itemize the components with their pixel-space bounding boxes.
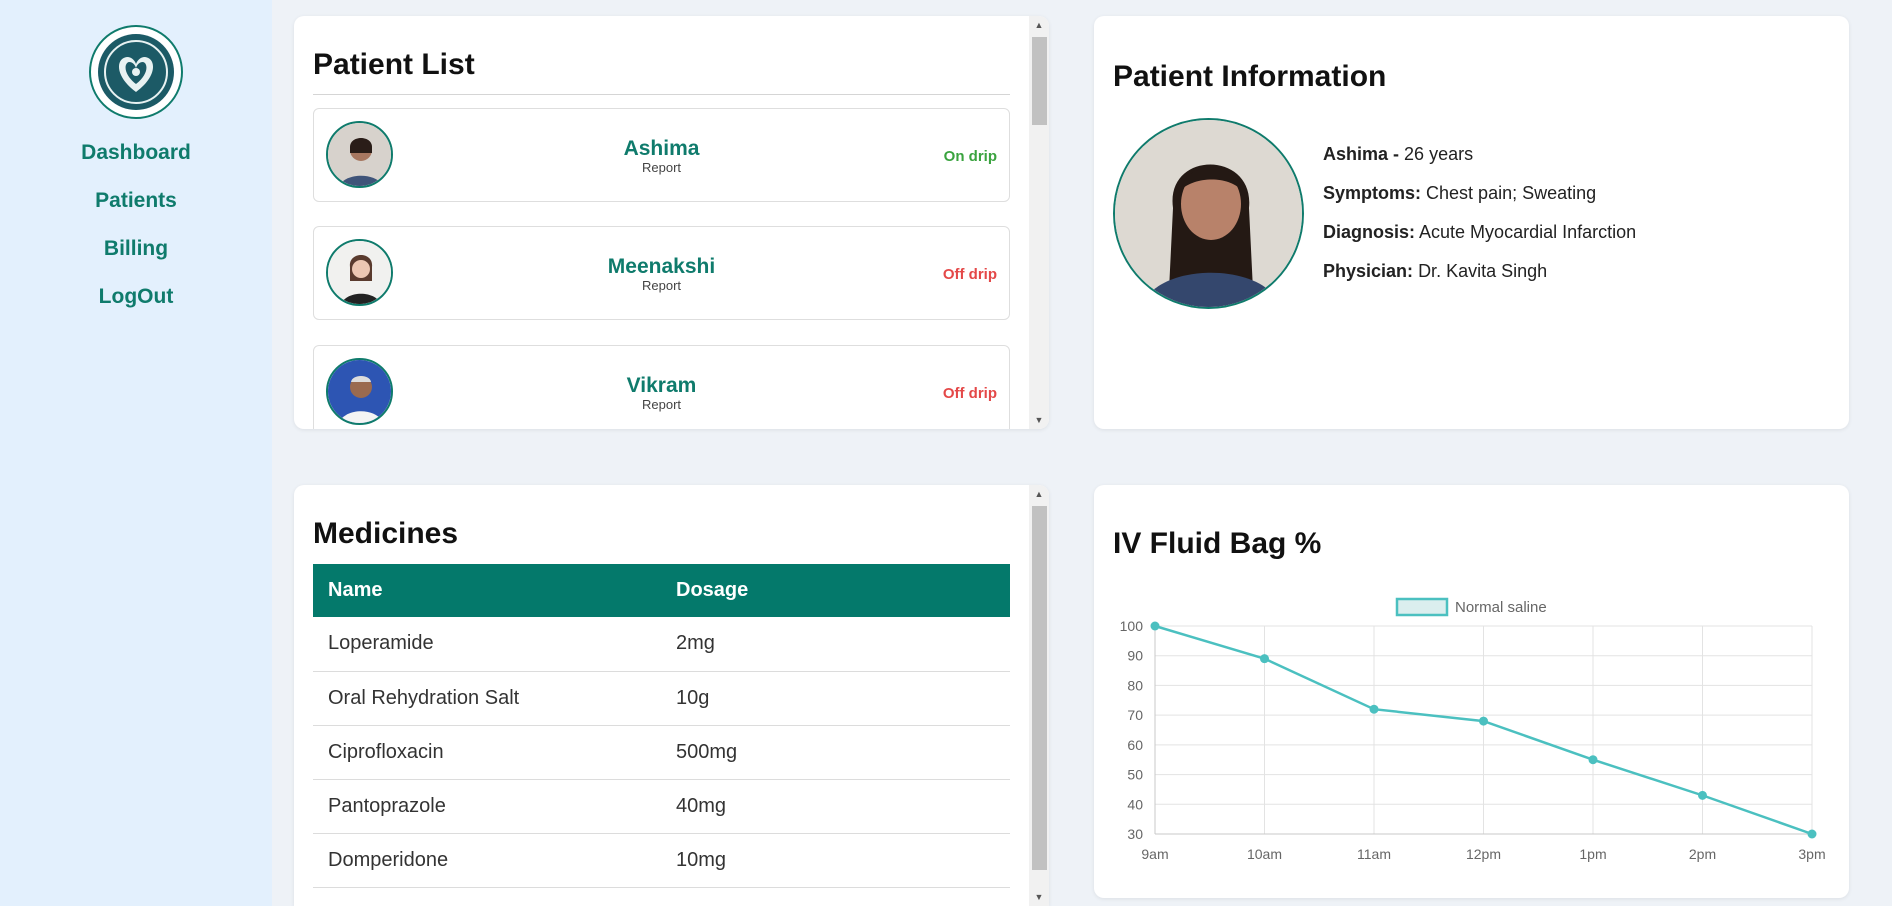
patient-row-meenakshi[interactable]: Meenakshi Report Off drip [313, 226, 1010, 320]
y-tick-label: 30 [1127, 826, 1143, 842]
scroll-thumb[interactable] [1032, 37, 1047, 125]
patient-age: 26 years [1404, 144, 1474, 164]
data-point [1369, 704, 1379, 714]
patient-list-scrollbar[interactable]: ▲ ▼ [1029, 16, 1049, 429]
patient-row-ashima[interactable]: Ashima Report On drip [313, 108, 1010, 202]
patient-name-age-line: Ashima - 26 years [1323, 144, 1636, 183]
patient-report-link[interactable]: Report [314, 397, 1009, 412]
y-tick-label: 100 [1120, 618, 1144, 634]
table-row: Pantoprazole 40mg [313, 779, 1010, 834]
diagnosis-line: Diagnosis: Acute Myocardial Infarction [1323, 222, 1636, 261]
medicine-name: Pantoprazole [313, 779, 661, 834]
data-point [1150, 621, 1160, 631]
x-tick-label: 3pm [1798, 846, 1825, 862]
patient-report-link[interactable]: Report [314, 278, 1009, 293]
heart-emblem-logo-icon[interactable] [89, 25, 183, 119]
x-tick-label: 2pm [1689, 846, 1716, 862]
nav-logout[interactable]: LogOut [0, 284, 272, 332]
medicine-dosage: 10mg [661, 833, 1010, 888]
x-tick-label: 12pm [1466, 846, 1501, 862]
scroll-up-arrow-icon[interactable]: ▲ [1029, 485, 1049, 503]
table-row: Ciprofloxacin 500mg [313, 725, 1010, 780]
y-tick-label: 40 [1127, 796, 1143, 812]
medicine-name: Oral Rehydration Salt [313, 671, 661, 726]
iv-fluid-chart-card: IV Fluid Bag % 30 40 50 60 70 80 90 100 9am 10am 1… [1094, 485, 1849, 898]
table-header-row: Name Dosage [313, 564, 1010, 617]
physician-value: Dr. Kavita Singh [1418, 261, 1548, 281]
medicines-table: Name Dosage Loperamide 2mg Oral Rehydrati… [313, 564, 1010, 888]
patient-list-divider [313, 94, 1010, 95]
medicine-dosage: 40mg [661, 779, 1010, 834]
drip-status-badge: Off drip [942, 266, 997, 283]
patient-name-label: Ashima - [1323, 144, 1400, 164]
y-tick-label: 80 [1127, 677, 1143, 693]
x-tick-label: 11am [1357, 846, 1391, 862]
patient-info-title: Patient Information [1113, 60, 1387, 93]
scroll-up-arrow-icon[interactable]: ▲ [1029, 16, 1049, 34]
nav-billing[interactable]: Billing [0, 236, 272, 284]
iv-fluid-line-chart: 30 40 50 60 70 80 90 100 9am 10am 11am 12pm 1pm 2pm 3p… [1120, 597, 1826, 862]
diagnosis-value: Acute Myocardial Infarction [1419, 222, 1637, 242]
table-row: Oral Rehydration Salt 10g [313, 671, 1010, 726]
sidebar-nav: Dashboard Patients Billing LogOut [0, 140, 272, 332]
scroll-down-arrow-icon[interactable]: ▼ [1029, 411, 1049, 429]
data-point [1260, 654, 1269, 664]
drip-status-badge: On drip [943, 148, 997, 165]
y-tick-label: 50 [1127, 767, 1143, 783]
data-point [1479, 716, 1488, 726]
symptoms-label: Symptoms: [1323, 183, 1422, 203]
medicine-dosage: 2mg [661, 617, 1010, 672]
column-header-dosage: Dosage [661, 564, 1010, 617]
medicine-name: Ciprofloxacin [313, 725, 661, 780]
symptoms-line: Symptoms: Chest pain; Sweating [1323, 183, 1636, 222]
patient-details: Ashima - 26 years Symptoms: Chest pain; … [1323, 144, 1636, 300]
data-point [1588, 755, 1598, 765]
sidebar: Dashboard Patients Billing LogOut [0, 0, 272, 906]
medicine-dosage: 10g [661, 671, 1010, 726]
y-tick-label: 90 [1127, 648, 1143, 664]
column-header-name: Name [313, 564, 661, 617]
scroll-down-arrow-icon[interactable]: ▼ [1029, 888, 1049, 906]
x-tick-label: 10am [1247, 846, 1282, 862]
physician-label: Physician: [1323, 261, 1414, 281]
patient-name: Ashima [623, 137, 700, 160]
patient-list-title: Patient List [313, 48, 475, 81]
table-row: Domperidone 10mg [313, 833, 1010, 888]
x-tick-label: 9am [1141, 846, 1168, 862]
nav-dashboard[interactable]: Dashboard [0, 140, 272, 188]
y-tick-label: 60 [1127, 737, 1143, 753]
symptoms-value: Chest pain; Sweating [1426, 183, 1597, 203]
legend-label: Normal saline [1455, 599, 1547, 616]
medicines-card: Medicines Name Dosage Loperamide 2mg Oral… [294, 485, 1049, 906]
scroll-thumb[interactable] [1032, 506, 1047, 870]
patient-photo [1113, 118, 1304, 309]
data-point [1807, 829, 1817, 839]
patient-info-card: Patient Information Ashima - 26 years Sy… [1094, 16, 1849, 429]
patient-list-card: Patient List Ashima Report On drip Meena… [294, 16, 1049, 429]
patient-row-vikram[interactable]: Vikram Report Off drip [313, 345, 1010, 429]
patient-name: Vikram [626, 374, 697, 397]
physician-line: Physician: Dr. Kavita Singh [1323, 261, 1636, 300]
patient-report-link[interactable]: Report [314, 160, 1009, 175]
diagnosis-label: Diagnosis: [1323, 222, 1416, 242]
x-tick-label: 1pm [1579, 846, 1606, 862]
data-point [1698, 790, 1707, 800]
patient-name: Meenakshi [607, 255, 716, 278]
medicines-title: Medicines [313, 517, 459, 550]
drip-status-badge: Off drip [942, 385, 997, 402]
y-tick-label: 70 [1127, 707, 1143, 723]
medicine-dosage: 500mg [661, 725, 1010, 780]
legend-swatch [1395, 597, 1449, 617]
nav-patients[interactable]: Patients [0, 188, 272, 236]
medicine-name: Loperamide [313, 617, 661, 672]
medicine-name: Domperidone [313, 833, 661, 888]
medicines-scrollbar[interactable]: ▲ ▼ [1029, 485, 1049, 906]
table-row: Loperamide 2mg [313, 617, 1010, 672]
